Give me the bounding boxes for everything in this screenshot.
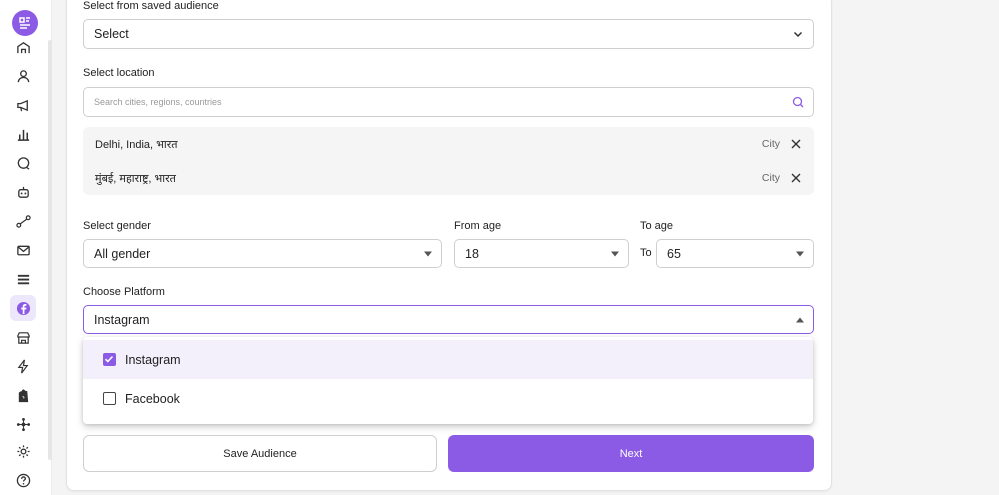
- help-icon[interactable]: [10, 467, 36, 493]
- user-icon[interactable]: [10, 63, 36, 89]
- location-name: Delhi, India, भारत: [95, 138, 178, 151]
- sidebar-scrollbar[interactable]: [48, 40, 52, 460]
- bar-chart-icon[interactable]: [10, 121, 36, 147]
- caret-down-icon: [424, 251, 432, 256]
- location-item: Delhi, India, भारत City: [83, 127, 814, 161]
- to-age-prefix: To: [640, 247, 652, 259]
- network-icon[interactable]: [10, 411, 36, 437]
- gear-icon[interactable]: [10, 438, 36, 464]
- saved-audience-label: Select from saved audience: [83, 0, 219, 12]
- home-icon[interactable]: [10, 38, 36, 56]
- lightning-icon[interactable]: [10, 353, 36, 379]
- caret-down-icon: [611, 251, 619, 256]
- to-age-value: 65: [667, 246, 681, 261]
- platform-option-instagram[interactable]: Instagram: [83, 340, 813, 379]
- platform-dropdown-menu: Instagram Facebook: [83, 337, 813, 424]
- logo-icon: [19, 17, 30, 29]
- from-age-label: From age: [454, 220, 502, 232]
- next-button[interactable]: Next: [448, 435, 814, 472]
- location-type: City: [761, 138, 780, 150]
- location-search-input[interactable]: Search cities, regions, countries: [83, 87, 814, 117]
- chevron-down-icon: [793, 31, 803, 38]
- from-age-select[interactable]: 18: [454, 239, 629, 268]
- checkbox-checked-icon[interactable]: [103, 353, 116, 366]
- platform-label: Choose Platform: [83, 286, 165, 298]
- caret-up-icon: [796, 317, 804, 322]
- save-audience-button[interactable]: Save Audience: [83, 435, 437, 472]
- caret-down-icon: [796, 251, 804, 256]
- location-placeholder: Search cities, regions, countries: [94, 97, 222, 107]
- saved-audience-value: Select: [94, 27, 129, 41]
- to-age-label: To age: [640, 220, 674, 232]
- platform-select[interactable]: Instagram: [83, 305, 814, 334]
- gender-select[interactable]: All gender: [83, 239, 442, 268]
- selected-locations-list: Delhi, India, भारत City मुंबई, महाराष्ट्…: [83, 127, 814, 195]
- platform-value: Instagram: [94, 312, 150, 327]
- bot-icon[interactable]: [10, 179, 36, 205]
- list-icon[interactable]: [10, 266, 36, 292]
- location-name: मुंबई, महाराष्ट्र, भारत: [95, 172, 176, 185]
- platform-option-facebook[interactable]: Facebook: [83, 379, 813, 418]
- remove-location-icon[interactable]: [791, 173, 801, 183]
- location-label: Select location: [83, 67, 155, 79]
- gender-label: Select gender: [83, 220, 151, 232]
- remove-location-icon[interactable]: [791, 139, 801, 149]
- gender-value: All gender: [94, 246, 151, 261]
- workflow-icon[interactable]: [10, 208, 36, 234]
- option-label: Facebook: [125, 391, 180, 406]
- to-age-select[interactable]: 65: [656, 239, 814, 268]
- megaphone-icon[interactable]: [10, 92, 36, 118]
- chat-icon[interactable]: [10, 150, 36, 176]
- search-icon[interactable]: [792, 96, 804, 108]
- saved-audience-select[interactable]: Select: [83, 19, 814, 49]
- store-icon[interactable]: [10, 324, 36, 350]
- app-logo[interactable]: [12, 10, 38, 36]
- shopify-icon[interactable]: [10, 382, 36, 408]
- location-item: मुंबई, महाराष्ट्र, भारत City: [83, 161, 814, 195]
- checkbox-icon[interactable]: [103, 392, 116, 405]
- sidebar: [0, 0, 52, 495]
- from-age-value: 18: [465, 246, 479, 261]
- location-type: City: [761, 172, 780, 184]
- facebook-icon[interactable]: [10, 295, 36, 321]
- option-label: Instagram: [125, 352, 181, 367]
- mail-icon[interactable]: [10, 237, 36, 263]
